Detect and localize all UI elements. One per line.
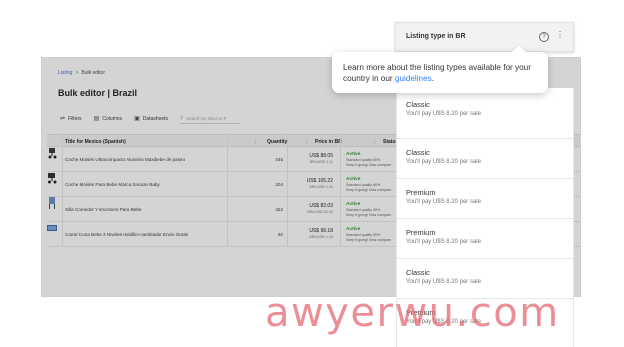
column-menu-icon[interactable]: ⋮	[372, 139, 377, 145]
row-title: Silla Comedor Y Escritorio Para Bebe	[65, 207, 142, 212]
status-note: Standard quality 80%	[346, 233, 381, 237]
row-status: Active Standard quality 80% Keep it going!…	[346, 177, 391, 192]
guidelines-tooltip: Learn more about the listing types avail…	[332, 44, 548, 93]
column-menu-icon[interactable]: ⋮	[304, 139, 309, 145]
option-name: Premium	[406, 188, 436, 197]
column-header-price[interactable]: Price in BR	[315, 139, 342, 145]
option-description: You'll pay U$S 8.20 per sale	[406, 111, 481, 117]
price-value: US$ 88.05	[309, 153, 333, 159]
product-thumbnail	[47, 225, 57, 231]
columns-label: Columns	[102, 115, 123, 122]
editor-toolbar: ⇌ Filters ▤ Columns ▣ Datasheets ⚲ Searc…	[60, 113, 241, 124]
row-status: Active Standard quality 80% Keep it going!…	[346, 152, 391, 167]
breadcrumb-separator: >	[75, 70, 79, 76]
option-name: Premium	[406, 228, 436, 237]
guidelines-link[interactable]: guidelines	[395, 74, 432, 83]
status-note-2: Keep it going! Now compare	[346, 163, 392, 167]
breadcrumb-listing-link[interactable]: Listing	[58, 70, 72, 76]
option-item[interactable]: Premium You'll pay U$S 8.20 per sale	[397, 218, 573, 258]
breadcrumb-current: Bulk editor	[81, 70, 105, 76]
column-header-title[interactable]: Title for Mexico (Spanish)	[65, 139, 126, 145]
listing-type-header: Listing type in BR ? ⋮	[395, 22, 574, 52]
row-price[interactable]: US$ 88.05 BRL/USD 1.11	[297, 153, 333, 164]
status-note: Standard quality 80%	[346, 208, 381, 212]
option-name: Classic	[406, 268, 430, 277]
row-title: Coche Moisés Ultracompacto Aluminio Maxi…	[65, 157, 186, 162]
option-description: You'll pay U$S 8.20 per sale	[406, 199, 481, 205]
filter-icon: ⇌	[60, 116, 66, 122]
row-status: Active Standard quality 80% Keep it going!…	[346, 227, 391, 242]
columns-button[interactable]: ▤ Columns	[93, 115, 123, 123]
datasheets-label: Datasheets	[142, 115, 169, 122]
price-value: US$ 105.22	[306, 178, 333, 184]
datasheet-icon: ▣	[134, 116, 140, 122]
row-title: Coche Moisés Para Bebe Marca Snooze Baby	[65, 182, 160, 187]
tooltip-period: .	[431, 74, 435, 83]
filters-button[interactable]: ⇌ Filters	[60, 115, 82, 123]
option-item[interactable]: Classic You'll pay U$S 8.20 per sale	[397, 88, 573, 138]
status-note-2: Keep it going! Now compare	[346, 213, 392, 217]
row-quantity[interactable]: 422	[257, 207, 283, 212]
status-badge: Active	[346, 227, 361, 232]
status-badge: Active	[346, 177, 361, 182]
row-quantity[interactable]: 204	[257, 182, 283, 187]
option-name: Classic	[406, 100, 430, 109]
option-item[interactable]: Classic You'll pay U$S 8.20 per sale	[397, 138, 573, 178]
column-menu-icon[interactable]: ⋮	[253, 139, 258, 145]
column-divider	[227, 134, 228, 247]
status-badge: Active	[346, 152, 361, 157]
column-divider	[62, 134, 63, 247]
column-divider	[287, 134, 288, 247]
filters-label: Filters	[68, 115, 82, 122]
option-description: You'll pay U$S 8.20 per sale	[406, 279, 481, 285]
listing-type-title: Listing type in BR	[406, 33, 466, 40]
row-price[interactable]: US$ 98.18 BRL/USD 1.14	[297, 228, 333, 239]
product-thumbnail	[48, 148, 57, 159]
search-input[interactable]: ⚲ Search by SKU or #	[180, 113, 241, 124]
more-options-icon[interactable]: ⋮	[556, 30, 564, 40]
price-note: BRL/USD 1.44	[309, 185, 333, 189]
search-placeholder: Search by SKU or #	[186, 115, 227, 121]
breadcrumb: Listing > Bulk editor	[58, 70, 105, 76]
price-note: BRL/USD 82.42	[307, 210, 333, 214]
product-thumbnail	[48, 173, 57, 184]
status-note-2: Keep it going! Now compare	[346, 188, 392, 192]
option-item[interactable]: Premium You'll pay U$S 8.20 per sale	[397, 178, 573, 218]
status-badge: Active	[346, 202, 361, 207]
row-title: Corral Cuna Bebe 3 Niveles+toldillo+camb…	[65, 232, 189, 237]
columns-icon: ▤	[93, 116, 100, 122]
option-description: You'll pay U$S 8.20 per sale	[406, 239, 481, 245]
watermark: awyerwu.com	[265, 290, 560, 336]
option-name: Classic	[406, 148, 430, 157]
price-value: US$ 98.18	[309, 228, 333, 234]
option-description: You'll pay U$S 8.20 per sale	[406, 159, 481, 165]
price-note: BRL/USD 1.11	[309, 160, 333, 164]
row-price[interactable]: US$ 105.22 BRL/USD 1.44	[297, 178, 333, 189]
row-price[interactable]: US$ 82.03 BRL/USD 82.42	[297, 203, 333, 214]
column-divider	[340, 134, 341, 247]
price-value: US$ 82.03	[309, 203, 333, 209]
datasheets-button[interactable]: ▣ Datasheets	[134, 115, 169, 123]
page-title: Bulk editor | Brazil	[58, 88, 138, 98]
status-note: Standard quality 80%	[346, 158, 381, 162]
column-header-quantity[interactable]: Quantity	[267, 139, 287, 145]
help-icon[interactable]: ?	[539, 32, 549, 42]
status-note-2: Keep it going! Now compare	[346, 238, 392, 242]
product-thumbnail	[49, 197, 55, 209]
status-note: Standard quality 80%	[346, 183, 381, 187]
price-note: BRL/USD 1.14	[309, 235, 333, 239]
search-icon: ⚲	[180, 115, 184, 120]
row-status: Active Standard quality 80% Keep it going!…	[346, 202, 391, 217]
screen: Listing > Bulk editor Bulk editor | Brazil…	[0, 0, 624, 347]
row-quantity[interactable]: 345	[257, 157, 283, 162]
row-quantity[interactable]: 92	[257, 232, 283, 237]
tooltip-text: Learn more about the listing types avail…	[343, 63, 531, 83]
